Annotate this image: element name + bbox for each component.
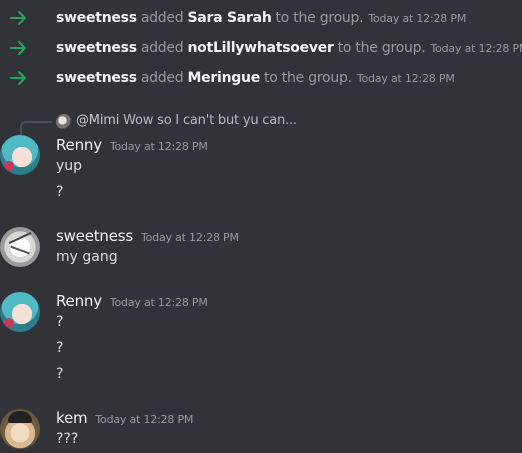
username[interactable]: sweetness	[56, 227, 133, 245]
timestamp[interactable]: Today at 12:28 PM	[357, 72, 455, 85]
actor-name[interactable]: sweetness	[56, 10, 137, 26]
action-verb: added	[140, 40, 184, 56]
timestamp[interactable]: Today at 12:28 PM	[95, 413, 193, 426]
action-suffix: to the group.	[337, 40, 426, 56]
username[interactable]: kem	[56, 409, 88, 427]
message-text: ???	[56, 431, 79, 447]
timestamp[interactable]: Today at 12:28 PM	[141, 231, 239, 244]
actor-name[interactable]: sweetness	[56, 70, 137, 86]
reply-text[interactable]: Wow so I can't but yu can...	[123, 113, 297, 128]
join-arrow-icon	[10, 41, 26, 55]
avatar[interactable]	[0, 227, 40, 267]
message-text: ?	[56, 366, 64, 382]
target-name[interactable]: notLillywhatsoever	[187, 40, 333, 56]
system-message: sweetness added Sara Sarah to the group.…	[0, 7, 522, 29]
reply-preview[interactable]: @Mimi Wow so I can't but yu can...	[20, 112, 500, 139]
action-verb: added	[140, 70, 184, 86]
system-message: sweetness added notLillywhatsoever to th…	[0, 37, 522, 59]
message-header: sweetness Today at 12:28 PM	[56, 227, 239, 245]
timestamp[interactable]: Today at 12:28 PM	[430, 42, 522, 55]
join-arrow-icon	[10, 11, 26, 25]
timestamp[interactable]: Today at 12:28 PM	[110, 140, 208, 153]
message-text: ?	[56, 184, 64, 200]
avatar[interactable]	[0, 135, 40, 175]
action-suffix: to the group.	[264, 70, 352, 86]
message-text: yup	[56, 158, 83, 174]
message-header: kem Today at 12:28 PM	[56, 409, 193, 427]
reply-mention[interactable]: @Mimi	[76, 113, 119, 128]
message-text: ?	[56, 314, 64, 330]
timestamp[interactable]: Today at 12:28 PM	[368, 12, 466, 25]
join-arrow-icon	[10, 71, 26, 85]
avatar[interactable]	[0, 409, 40, 449]
avatar[interactable]	[0, 292, 40, 332]
message-header: Renny Today at 12:28 PM	[56, 136, 208, 154]
target-name[interactable]: Sara Sarah	[187, 10, 271, 26]
timestamp[interactable]: Today at 12:28 PM	[110, 296, 208, 309]
target-name[interactable]: Meringue	[187, 70, 260, 86]
message-text: my gang	[56, 249, 118, 265]
action-suffix: to the group.	[275, 10, 364, 26]
message-header: Renny Today at 12:28 PM	[56, 292, 208, 310]
message-text: ?	[56, 340, 64, 356]
reply-avatar[interactable]	[56, 114, 72, 130]
username[interactable]: Renny	[56, 136, 102, 154]
username[interactable]: Renny	[56, 292, 102, 310]
system-message: sweetness added Meringue to the group. T…	[0, 67, 522, 89]
actor-name[interactable]: sweetness	[56, 40, 137, 56]
action-verb: added	[140, 10, 184, 26]
